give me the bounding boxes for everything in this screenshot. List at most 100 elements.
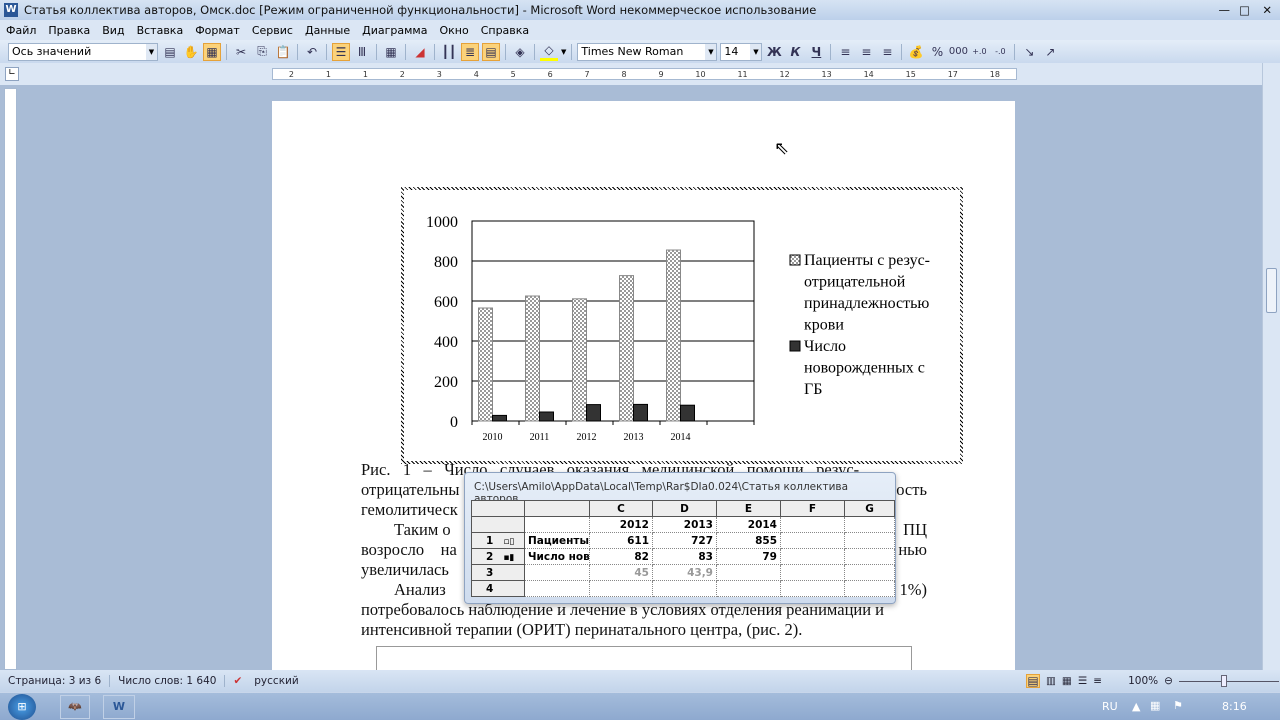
percent-button[interactable]: % [928,43,946,61]
series-label-cell[interactable] [524,564,590,581]
cell[interactable]: 79 [716,548,781,565]
cell[interactable] [844,580,895,597]
cell[interactable]: 82 [589,548,653,565]
cell[interactable]: 2012 [589,516,653,533]
thousands-button[interactable]: 000 [949,43,968,61]
start-button[interactable]: ⊞ [8,694,36,720]
drawing-icon[interactable]: ◈ [511,43,529,61]
bar-patients[interactable] [478,307,493,422]
menu-item[interactable]: Формат [189,24,246,37]
menu-item[interactable]: Диаграмма [356,24,433,37]
zoom-slider[interactable] [1178,674,1279,687]
cell[interactable] [652,580,717,597]
cell[interactable] [780,580,845,597]
minimize-button[interactable]: — [1219,3,1231,17]
web-layout-icon[interactable]: ▦ [1062,675,1072,687]
clock[interactable]: 8:16 [1222,700,1247,713]
cell[interactable] [844,532,895,549]
input-language[interactable]: RU [1102,700,1118,713]
font-select[interactable]: Times New Roman ▼ [577,42,718,61]
angle-up-icon[interactable]: ↗ [1041,43,1059,61]
taskbar-app-icon[interactable]: 🦇 [60,695,90,719]
series-label-cell[interactable]: Пациенты с [524,532,590,549]
bar-patients[interactable] [525,295,540,422]
chart-object-select[interactable]: Ось значений ▼ [8,42,158,61]
cell[interactable] [844,564,895,581]
menu-item[interactable]: Окно [433,24,474,37]
bar-newborns[interactable] [539,411,554,422]
by-row-icon[interactable]: ☰ [332,42,350,61]
value-gridlines-icon[interactable]: ≣ [461,42,479,61]
cell[interactable] [589,580,653,597]
category-gridlines-icon[interactable]: ┃┃ [440,43,458,61]
menu-item[interactable]: Сервис [246,24,299,37]
cell[interactable] [844,516,895,533]
bar-newborns[interactable] [680,404,695,422]
copy-icon[interactable]: ⎘ [253,43,271,61]
decrease-decimal-icon[interactable]: -.0 [991,43,1009,61]
angle-down-icon[interactable]: ↘ [1020,43,1038,61]
cell[interactable] [716,564,781,581]
column-header[interactable]: F [780,500,845,517]
currency-icon[interactable]: 💰 [907,43,925,61]
bar-newborns[interactable] [586,404,601,422]
chevron-down-icon[interactable]: ▼ [561,48,566,56]
bar-patients[interactable] [572,298,587,422]
cell[interactable]: 855 [716,532,781,549]
print-layout-icon[interactable]: ▤ [1026,674,1040,688]
chart-type-icon[interactable]: ◢ [411,43,429,61]
scroll-thumb[interactable] [1266,268,1277,313]
action-center-flag-icon[interactable]: ⚑ [1173,699,1183,712]
close-button[interactable]: ✕ [1262,3,1272,17]
column-header[interactable]: G [844,500,895,517]
menu-item[interactable]: Справка [475,24,535,37]
cell[interactable]: 83 [652,548,717,565]
font-size-select[interactable]: 14 ▼ [720,42,763,61]
by-column-icon[interactable]: Ⅲ [353,43,371,61]
view-datasheet-icon[interactable]: ▦ [203,42,221,61]
language[interactable]: русский [246,675,306,687]
cell[interactable] [780,516,845,533]
page-count[interactable]: Страница: 3 из 6 [0,675,109,687]
legend-icon[interactable]: ▤ [482,42,500,61]
row-header[interactable]: 3 [471,564,525,581]
datasheet-window[interactable]: C:\Users\Amilo\AppData\Local\Temp\Rar$DI… [464,472,896,604]
spellcheck-icon[interactable]: ✔ [224,675,246,687]
zoom-level[interactable]: 100% [1128,675,1158,687]
italic-button[interactable]: К [786,43,804,61]
series-label-cell[interactable] [524,580,590,597]
data-table-icon[interactable]: ▦ [382,43,400,61]
row-header[interactable]: 4 [471,580,525,597]
bar-patients[interactable] [619,275,634,422]
word-count[interactable]: Число слов: 1 640 [109,675,224,687]
menu-item[interactable]: Файл [0,24,42,37]
row-header[interactable] [471,516,525,533]
network-icon[interactable]: ▦ [1150,699,1160,712]
underline-button[interactable]: Ч [807,43,825,61]
cell[interactable]: 43,9 [652,564,717,581]
tab-selector[interactable]: ∟ [5,67,19,81]
row-header[interactable]: 2 ▪▮ [471,548,525,565]
draft-icon[interactable]: ≡ [1093,675,1102,687]
bar-newborns[interactable] [492,414,507,422]
zoom-out-button[interactable]: ⊖ [1164,675,1173,687]
cell[interactable] [716,580,781,597]
cell[interactable]: 611 [589,532,653,549]
menu-item[interactable]: Правка [42,24,96,37]
cut-icon[interactable]: ✂ [232,43,250,61]
align-center-icon[interactable]: ≡ [857,43,875,61]
reading-layout-icon[interactable]: ▥ [1046,675,1056,687]
column-header[interactable]: D [652,500,717,517]
datasheet-grid[interactable]: CDEFG2012201320141▫▯Пациенты с6117278552… [471,500,895,597]
column-header[interactable] [524,500,590,517]
cell[interactable]: 45 [589,564,653,581]
bar-patients[interactable] [666,249,681,422]
bold-button[interactable]: Ж [765,43,783,61]
align-right-icon[interactable]: ≡ [878,43,896,61]
cell[interactable]: 727 [652,532,717,549]
align-left-icon[interactable]: ≡ [836,43,854,61]
cell[interactable] [780,548,845,565]
import-file-icon[interactable]: ✋ [182,43,200,61]
column-header[interactable] [471,500,525,517]
format-object-icon[interactable]: ▤ [161,43,179,61]
